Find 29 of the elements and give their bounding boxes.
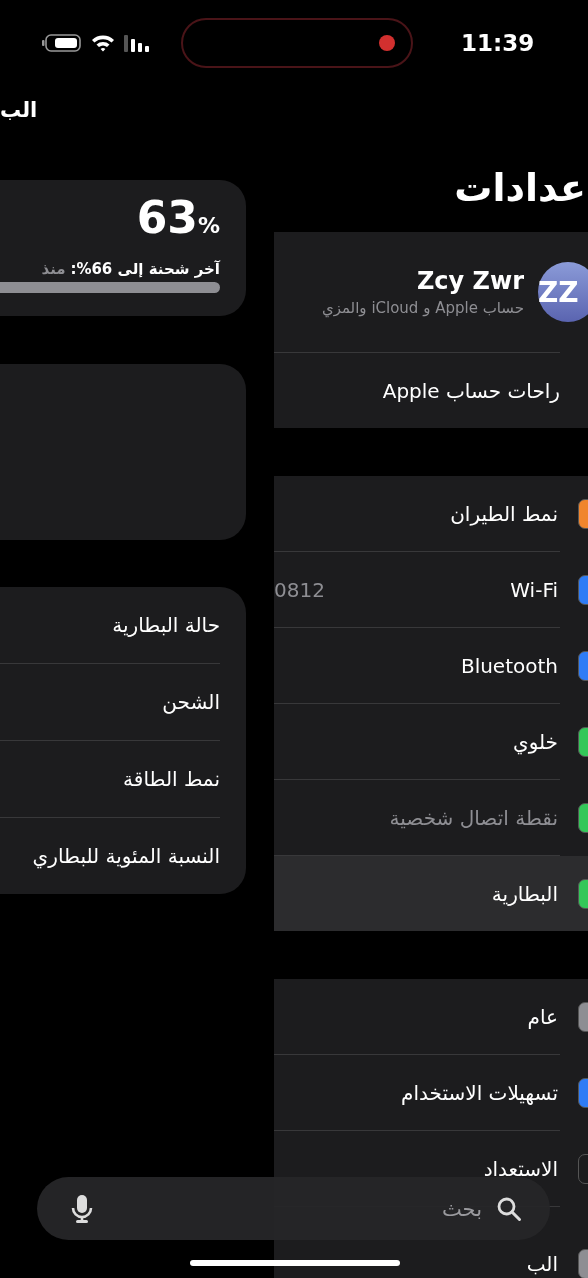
account-name: Zcy Zwr [416, 267, 524, 295]
avatar: ZZ [538, 262, 588, 322]
option-label[interactable]: الشحن [162, 690, 220, 714]
status-time: 11:39 [461, 30, 535, 56]
option-label[interactable]: النسبة المئوية للبطاري [32, 844, 220, 868]
microphone-icon[interactable] [71, 1193, 93, 1224]
settings-item[interactable]: تسهيلات الاستخدام [401, 1080, 558, 1105]
suggestion-label[interactable]: راحات حساب Apple [382, 378, 560, 403]
settings-item[interactable]: نمط الطيران [450, 501, 558, 526]
last-charge-text: آخر شحنة إلى 66%: منذ [41, 260, 220, 278]
signal-icon [124, 33, 150, 53]
account-subtitle: حساب Apple و iCloud والمزي [321, 299, 524, 317]
wifi-icon [90, 33, 116, 53]
battery-percent: 63% [136, 192, 220, 243]
settings-item[interactable]: خلوي [513, 729, 558, 754]
settings-item[interactable]: عام [527, 1004, 558, 1029]
option-label[interactable]: حالة البطارية [112, 613, 220, 637]
settings-item[interactable]: الب [526, 1252, 558, 1276]
settings-item[interactable]: Wi-Fi [510, 577, 558, 602]
screen-title: الب [0, 97, 39, 124]
search-icon [496, 1195, 522, 1222]
battery-icon [42, 33, 82, 53]
search-bar[interactable]: بحث [37, 1177, 550, 1240]
settings-item[interactable]: Bluetooth [460, 653, 558, 678]
settings-item[interactable]: البطارية [491, 881, 558, 906]
row-value: 0812 [274, 577, 325, 602]
screen-title: عدادات [454, 166, 586, 210]
option-label[interactable]: نمط الطاقة [123, 767, 220, 791]
search-field[interactable]: بحث [105, 1195, 484, 1222]
